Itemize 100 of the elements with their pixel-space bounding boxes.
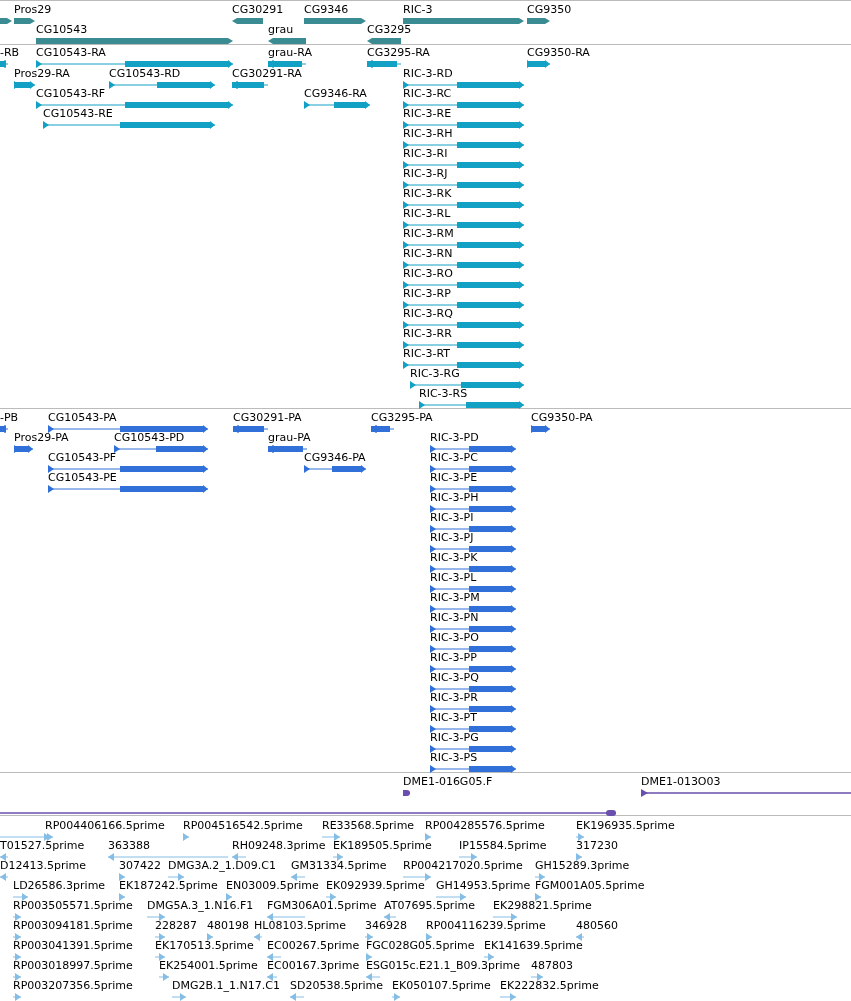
feature-label: CG10543-PF <box>48 451 117 465</box>
feature-label: HL08103.5prime <box>254 919 346 933</box>
feature-label: FGM306A01.5prime <box>267 899 377 913</box>
feature-label: 487803 <box>531 959 573 973</box>
feature-label: Pros29-PA <box>14 431 69 445</box>
feature-label: CG3295-PA <box>371 411 433 425</box>
feature-label: RP003094181.5prime <box>13 919 133 933</box>
feature-label: RIC-3-PP <box>430 651 477 665</box>
feature-label: DME1-013O03 <box>641 775 721 789</box>
feature-label: RIC-3-RE <box>403 107 452 121</box>
feature-label: CG30291 <box>232 3 284 17</box>
feature-label: RIC-3-PM <box>430 591 480 605</box>
feature-label: RIC-3-PL <box>430 571 477 585</box>
feature-label: EK170513.5prime <box>155 939 254 953</box>
feature-label: EK196935.5prime <box>576 819 675 833</box>
feature-label: RIC-3 <box>403 3 433 17</box>
feature-label: SD20538.5prime <box>290 979 383 993</box>
feature-label: RP004406166.5prime <box>45 819 165 833</box>
feature-label: EK189505.5prime <box>333 839 432 853</box>
feature-label: CG9350 <box>527 3 572 17</box>
feature-label: EK298821.5prime <box>493 899 592 913</box>
feature-label: RIC-3-PR <box>430 691 478 705</box>
feature-label: grau-RA <box>268 46 312 60</box>
feature-label: RIC-3-PN <box>430 611 479 625</box>
feature-label: CG9350-PA <box>531 411 593 425</box>
feature-label: -RB <box>0 46 20 60</box>
feature-label: EC00267.5prime <box>267 939 360 953</box>
feature-label: RP003207356.5prime <box>13 979 133 993</box>
feature-label: CG10543 <box>36 23 88 37</box>
feature-label: EK254001.5prime <box>159 959 258 973</box>
feature-label: DME1-016G05.F <box>403 775 493 789</box>
feature-label: 228287 <box>155 919 197 933</box>
feature-label: CG10543-RA <box>36 46 106 60</box>
feature-label: RIC-3-RG <box>410 367 460 381</box>
feature-label: RIC-3-PO <box>430 631 479 645</box>
feature-label: CG10543-RD <box>109 67 181 81</box>
feature-label: RIC-3-RK <box>403 187 452 201</box>
feature-label: RP003041391.5prime <box>13 939 133 953</box>
feature-label: RIC-3-RH <box>403 127 453 141</box>
feature-label: EK092939.5prime <box>326 879 425 893</box>
feature-label: RIC-3-RL <box>403 207 451 221</box>
feature-label: EK222832.5prime <box>500 979 599 993</box>
feature-label: RP004285576.5prime <box>425 819 545 833</box>
feature-label: DMG5A.3_1.N16.F1 <box>147 899 254 913</box>
feature-label: 307422 <box>119 859 161 873</box>
feature-label: RIC-3-RT <box>403 347 451 361</box>
feature-label: grau <box>268 23 294 37</box>
feature-label: RP004217020.5prime <box>403 859 523 873</box>
feature-label: 317230 <box>576 839 618 853</box>
feature-label: RIC-3-RC <box>403 87 452 101</box>
feature-label: EK141639.5prime <box>484 939 583 953</box>
feature-label: DMG3A.2_1.D09.C1 <box>168 859 276 873</box>
feature-label: CG10543-PD <box>114 431 185 445</box>
feature-label: RIC-3-RR <box>403 327 452 341</box>
feature-label: grau-PA <box>268 431 311 445</box>
feature-label: CG10543-PA <box>48 411 117 425</box>
feature-label: RIC-3-PG <box>430 731 479 745</box>
feature-label: RIC-3-PK <box>430 551 478 565</box>
feature-label: RIC-3-RD <box>403 67 453 81</box>
feature-label: T01527.5prime <box>0 839 85 853</box>
feature-label: RIC-3-PH <box>430 491 479 505</box>
feature-label: RH09248.3prime <box>232 839 326 853</box>
feature-label: RIC-3-PS <box>430 751 478 765</box>
feature-label: 480198 <box>207 919 249 933</box>
feature-label: CG30291-RA <box>232 67 302 81</box>
feature-label: CG10543-RF <box>36 87 106 101</box>
feature-label: 346928 <box>365 919 407 933</box>
feature-label: 363388 <box>108 839 150 853</box>
feature-label: FGM001A05.5prime <box>535 879 645 893</box>
feature-label: RP003018997.5prime <box>13 959 133 973</box>
feature-label: CG30291-PA <box>233 411 302 425</box>
feature-label: CG3295 <box>367 23 412 37</box>
feature-label: RIC-3-PI <box>430 511 474 525</box>
feature-label: RP004516542.5prime <box>183 819 303 833</box>
feature-label: D12413.5prime <box>0 859 86 873</box>
feature-label: CG10543-RE <box>43 107 113 121</box>
feature-label: CG9350-RA <box>527 46 590 60</box>
feature-label: GM31334.5prime <box>291 859 387 873</box>
feature-label: RIC-3-PD <box>430 431 479 445</box>
feature-label: RIC-3-RJ <box>403 167 448 181</box>
feature-label: EK187242.5prime <box>119 879 218 893</box>
feature-label: 480560 <box>576 919 618 933</box>
feature-label: CG9346-RA <box>304 87 367 101</box>
feature-label: Pros29 <box>14 3 52 17</box>
feature-label: GH14953.5prime <box>436 879 531 893</box>
feature-label: LD26586.3prime <box>13 879 106 893</box>
feature-label: RIC-3-PT <box>430 711 477 725</box>
feature-label: RIC-3-RQ <box>403 307 453 321</box>
feature-label: RIC-3-RM <box>403 227 454 241</box>
feature-label: RIC-3-PE <box>430 471 478 485</box>
feature-label: RE33568.5prime <box>322 819 415 833</box>
feature-label: GH15289.3prime <box>535 859 630 873</box>
feature-label: Pros29-RA <box>14 67 70 81</box>
feature-label: EK050107.5prime <box>392 979 491 993</box>
feature-label: CG9346 <box>304 3 349 17</box>
feature-label: DMG2B.1_1.N17.C1 <box>172 979 280 993</box>
feature-label: CG10543-PE <box>48 471 117 485</box>
feature-label: RIC-3-RI <box>403 147 448 161</box>
feature-label: RIC-3-PQ <box>430 671 479 685</box>
feature-label: RIC-3-RO <box>403 267 453 281</box>
